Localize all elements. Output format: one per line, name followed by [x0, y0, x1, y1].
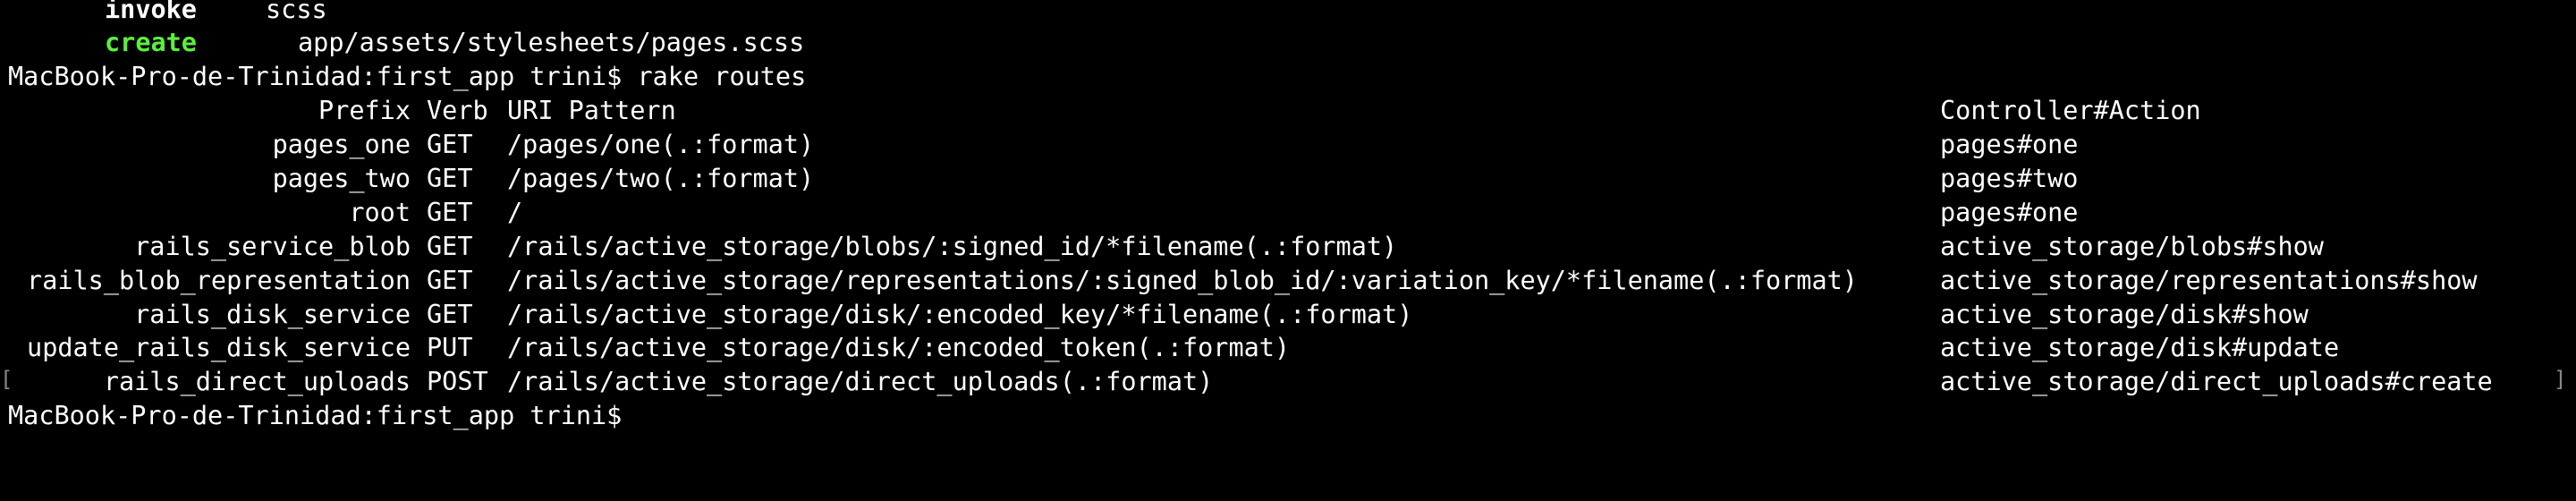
route-uri: /pages/one(.:format)	[507, 130, 815, 159]
route-row: rails_service_blob GET/rails/active_stora…	[0, 230, 2576, 264]
generator-target: app/assets/stylesheets/pages.scss	[298, 28, 805, 57]
route-controller-action: active_storage/representations#show	[1940, 265, 2478, 295]
route-prefix: root	[349, 197, 411, 227]
route-verb: GET	[427, 265, 473, 295]
route-controller-action: active_storage/blobs#show	[1940, 231, 2324, 261]
route-verb: GET	[427, 130, 473, 159]
route-controller-action: active_storage/disk#update	[1940, 333, 2340, 363]
route-row: rails_direct_uploads POST/rails/active_st…	[0, 365, 2576, 399]
route-row: rails_disk_service GET/rails/active_stora…	[0, 298, 2576, 332]
generator-action: invoke	[105, 0, 197, 24]
route-verb: GET	[427, 197, 473, 227]
route-verb: GET	[427, 231, 473, 261]
prompt-command-line: MacBook-Pro-de-Trinidad:first_app trini$…	[0, 60, 806, 94]
left-bracket-mark: [	[0, 367, 13, 392]
route-row: update_rails_disk_service PUT/rails/activ…	[0, 331, 2576, 365]
route-verb: GET	[427, 163, 473, 193]
generator-target: scss	[266, 0, 327, 24]
route-prefix: rails_direct_uploads	[103, 367, 411, 397]
prompt-line: MacBook-Pro-de-Trinidad:first_app trini$	[0, 399, 622, 433]
terminal-window[interactable]: invoke scss create app/assets/stylesheet…	[0, 0, 2576, 467]
route-prefix: rails_service_blob	[134, 231, 411, 261]
route-uri: /rails/active_storage/disk/:encoded_key/…	[507, 299, 1413, 329]
route-verb: PUT	[427, 333, 473, 363]
route-uri: /rails/active_storage/representations/:s…	[507, 265, 1858, 295]
generator-line-create: create app/assets/stylesheets/pages.scss	[0, 26, 804, 60]
route-prefix: rails_disk_service	[134, 299, 411, 329]
route-controller-action: pages#one	[1940, 130, 2079, 159]
route-uri: /rails/active_storage/direct_uploads(.:f…	[507, 367, 1214, 397]
generator-line-invoke: invoke scss	[0, 0, 327, 27]
generator-action: create	[105, 28, 197, 57]
prompt-text: MacBook-Pro-de-Trinidad:first_app trini$	[8, 401, 623, 430]
route-verb: GET	[427, 299, 473, 329]
header-verb: Verb	[427, 96, 488, 125]
route-prefix: pages_two	[272, 163, 411, 193]
route-uri: /	[507, 197, 523, 227]
header-prefix: Prefix	[318, 96, 411, 125]
route-prefix: pages_one	[272, 130, 411, 159]
route-controller-action: pages#two	[1940, 163, 2079, 193]
route-controller-action: pages#one	[1940, 197, 2079, 227]
route-controller-action: active_storage/disk#show	[1940, 299, 2309, 329]
route-prefix: update_rails_disk_service	[27, 333, 411, 363]
header-controller: Controller#Action	[1940, 96, 2201, 125]
route-row: pages_one GET/pages/one(.:format) pages#on…	[0, 128, 2576, 162]
route-uri: /pages/two(.:format)	[507, 163, 815, 193]
routes-header-row: Prefix Verb URI Pattern Controller#Actio…	[0, 94, 2576, 128]
prompt-text: MacBook-Pro-de-Trinidad:first_app trini$…	[8, 62, 807, 91]
route-row: pages_two GET/pages/two(.:format) pages#tw…	[0, 162, 2576, 196]
route-row: root GET / pages#one	[0, 196, 2576, 230]
header-uri: URI Pattern	[507, 96, 676, 125]
route-uri: /rails/active_storage/disk/:encoded_toke…	[507, 333, 1291, 363]
right-bracket-mark: ]	[2554, 367, 2567, 392]
route-prefix: rails_blob_representation	[27, 265, 411, 295]
route-verb: POST	[427, 367, 488, 397]
route-controller-action: active_storage/direct_uploads#create	[1940, 367, 2493, 397]
route-uri: /rails/active_storage/blobs/:signed_id/*…	[507, 231, 1398, 261]
route-row: rails_blob_representation GET/rails/activ…	[0, 264, 2576, 298]
